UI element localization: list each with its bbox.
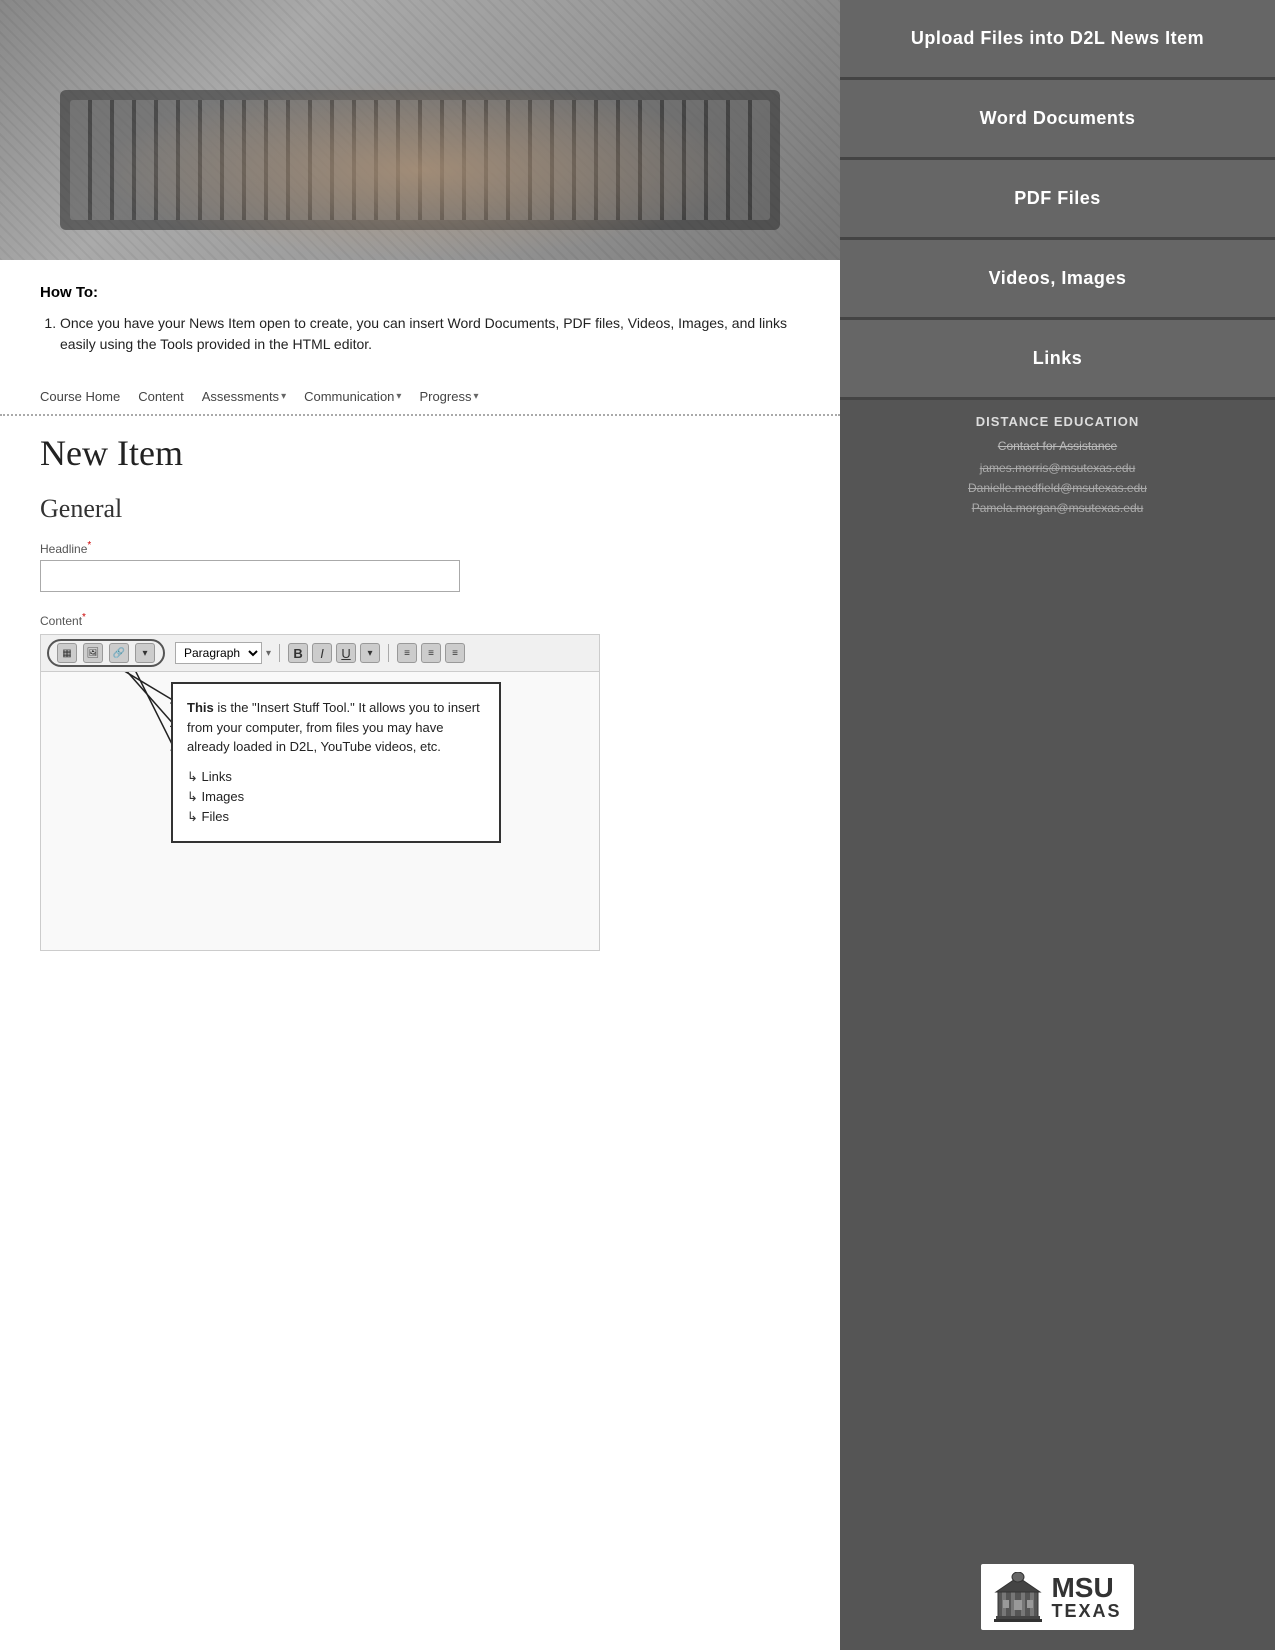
nav-course-home[interactable]: Course Home [40,389,120,404]
annotation-text: This is the "Insert Stuff Tool." It allo… [187,698,485,757]
how-to-section: How To: Once you have your News Item ope… [0,260,840,379]
hero-image [0,0,840,260]
main-content: How To: Once you have your News Item ope… [0,0,840,1650]
toolbar-separator-2 [388,644,389,662]
distance-education-section: DISTANCE EDUCATION Contact for Assistanc… [840,400,1275,535]
annotation-item-links: Links [187,767,485,787]
msu-text-block: MSU TEXAS [1051,1574,1121,1620]
assessments-dropdown-arrow: ▾ [281,391,286,402]
how-to-list: Once you have your News Item open to cre… [40,313,800,355]
texas-label: TEXAS [1051,1602,1121,1620]
hands-visual [100,80,740,260]
underline-dropdown-button[interactable]: ▾ [360,643,380,663]
annotation-item-images: Images [187,787,485,807]
underline-dropdown-arrow: ▾ [368,648,373,659]
email-2[interactable]: Danielle.medfield@msutexas.edu [856,481,1259,495]
underline-button[interactable]: U [336,643,356,663]
communication-dropdown-arrow: ▾ [396,391,401,402]
new-item-section: New Item General Headline* Content* ▦ 🖼 [0,416,840,967]
distance-education-title: DISTANCE EDUCATION [856,414,1259,429]
msu-label: MSU [1051,1574,1121,1602]
insert-stuff-group: ▦ 🖼 🔗 ▾ [47,639,165,667]
align-right-icon: ≡ [452,648,458,659]
course-nav: Course Home Content Assessments ▾ Commun… [0,379,840,416]
content-label: Content* [40,612,800,628]
progress-dropdown-arrow: ▾ [473,391,478,402]
insert-image-icon: 🖼 [87,648,100,659]
align-left-icon: ≡ [404,648,410,659]
insert-file-button[interactable]: ▦ [57,643,77,663]
insert-link-icon: 🔗 [113,648,125,659]
bold-button[interactable]: B [288,643,308,663]
sidebar: Upload Files into D2L News Item Word Doc… [840,0,1275,1650]
annotation-list: Links Images Files [187,767,485,827]
align-center-icon: ≡ [428,648,434,659]
msu-building-icon [993,1572,1043,1622]
paragraph-dropdown[interactable]: Paragraph [175,642,262,664]
toolbar-separator-1 [279,644,280,662]
align-center-button[interactable]: ≡ [421,643,441,663]
email-1[interactable]: james.morris@msutexas.edu [856,461,1259,475]
how-to-step-1: Once you have your News Item open to cre… [60,313,800,355]
editor-area[interactable]: This is the "Insert Stuff Tool." It allo… [40,671,600,951]
contact-for-assistance: Contact for Assistance [856,439,1259,453]
msu-texas-logo: MSU TEXAS [981,1564,1133,1630]
headline-label: Headline* [40,540,800,556]
general-title: General [40,494,800,524]
sidebar-logo-section: MSU TEXAS [840,1544,1275,1650]
insert-dropdown-button[interactable]: ▾ [135,643,155,663]
editor-toolbar: ▦ 🖼 🔗 ▾ Paragraph ▾ [40,634,600,671]
sidebar-item-links[interactable]: Links [840,320,1275,400]
nav-content[interactable]: Content [138,389,184,404]
align-left-button[interactable]: ≡ [397,643,417,663]
annotation-item-files: Files [187,807,485,827]
insert-image-button[interactable]: 🖼 [83,643,103,663]
editor-outer: ▦ 🖼 🔗 ▾ Paragraph ▾ [40,634,600,951]
sidebar-item-videos-images[interactable]: Videos, Images [840,240,1275,320]
insert-dropdown-arrow-icon: ▾ [142,648,147,659]
insert-file-icon: ▦ [62,648,71,659]
email-3[interactable]: Pamela.morgan@msutexas.edu [856,501,1259,515]
italic-button[interactable]: I [312,643,332,663]
sidebar-item-upload-files[interactable]: Upload Files into D2L News Item [840,0,1275,80]
how-to-title: How To: [40,284,800,301]
nav-communication[interactable]: Communication ▾ [304,389,401,404]
paragraph-dropdown-arrow: ▾ [266,648,271,659]
annotation-box: This is the "Insert Stuff Tool." It allo… [171,682,501,843]
insert-link-button[interactable]: 🔗 [109,643,129,663]
new-item-title: New Item [40,432,800,474]
headline-input[interactable] [40,560,460,592]
sidebar-item-pdf-files[interactable]: PDF Files [840,160,1275,240]
nav-assessments[interactable]: Assessments ▾ [202,389,286,404]
nav-progress[interactable]: Progress ▾ [419,389,478,404]
sidebar-item-word-docs[interactable]: Word Documents [840,80,1275,160]
align-right-button[interactable]: ≡ [445,643,465,663]
